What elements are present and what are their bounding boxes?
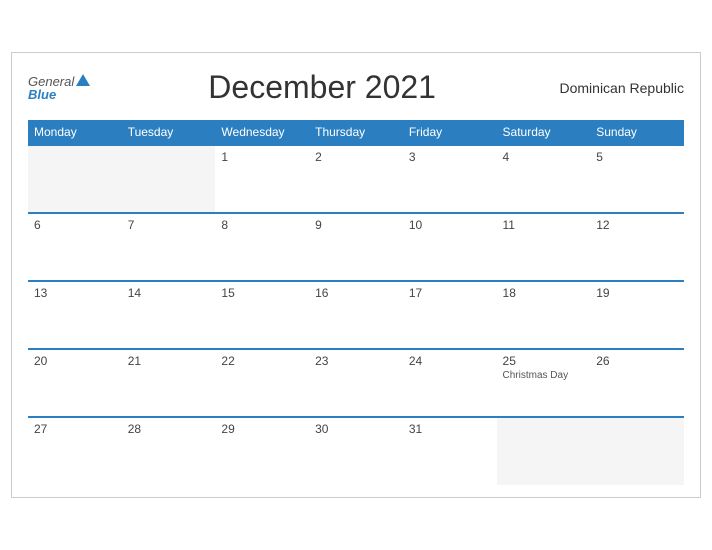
calendar-cell: 15	[215, 281, 309, 349]
calendar-cell	[28, 145, 122, 213]
calendar-cell: 27	[28, 417, 122, 485]
day-number: 10	[409, 218, 491, 232]
logo-general-text: General	[28, 75, 74, 88]
day-number: 3	[409, 150, 491, 164]
calendar-cell: 17	[403, 281, 497, 349]
day-number: 16	[315, 286, 397, 300]
day-number: 8	[221, 218, 303, 232]
day-number: 23	[315, 354, 397, 368]
holiday-name: Christmas Day	[503, 370, 585, 381]
calendar-cell: 23	[309, 349, 403, 417]
calendar-cell: 4	[497, 145, 591, 213]
day-number: 29	[221, 422, 303, 436]
weekday-header-row: MondayTuesdayWednesdayThursdayFridaySatu…	[28, 120, 684, 145]
calendar-cell	[590, 417, 684, 485]
calendar-cell: 11	[497, 213, 591, 281]
weekday-header: Tuesday	[122, 120, 216, 145]
calendar-cell: 19	[590, 281, 684, 349]
calendar-cell: 13	[28, 281, 122, 349]
calendar-week-row: 27 28 29 30 31	[28, 417, 684, 485]
day-number: 13	[34, 286, 116, 300]
calendar-cell: 14	[122, 281, 216, 349]
calendar-cell: 22	[215, 349, 309, 417]
logo-blue-text: Blue	[28, 88, 90, 101]
calendar-cell: 28	[122, 417, 216, 485]
day-number: 17	[409, 286, 491, 300]
calendar-grid: MondayTuesdayWednesdayThursdayFridaySatu…	[28, 120, 684, 485]
calendar-title: December 2021	[90, 69, 554, 106]
calendar-cell: 5	[590, 145, 684, 213]
day-number: 20	[34, 354, 116, 368]
calendar-cell: 10	[403, 213, 497, 281]
day-number: 26	[596, 354, 678, 368]
weekday-header: Wednesday	[215, 120, 309, 145]
calendar-cell: 30	[309, 417, 403, 485]
calendar-cell: 18	[497, 281, 591, 349]
calendar-cell: 21	[122, 349, 216, 417]
calendar-cell: 20	[28, 349, 122, 417]
day-number: 24	[409, 354, 491, 368]
weekday-header: Saturday	[497, 120, 591, 145]
day-number: 28	[128, 422, 210, 436]
calendar-cell: 8	[215, 213, 309, 281]
calendar-cell: 31	[403, 417, 497, 485]
day-number: 19	[596, 286, 678, 300]
day-number: 9	[315, 218, 397, 232]
day-number: 27	[34, 422, 116, 436]
day-number: 5	[596, 150, 678, 164]
calendar-week-row: 20 21 22 23 24 25 Christmas Day 26	[28, 349, 684, 417]
calendar-cell	[122, 145, 216, 213]
calendar-cell	[497, 417, 591, 485]
logo: General Blue	[28, 75, 90, 101]
calendar-week-row: 13 14 15 16 17 18 19	[28, 281, 684, 349]
day-number: 14	[128, 286, 210, 300]
calendar-cell: 9	[309, 213, 403, 281]
calendar-week-row: 6789 10 11 12	[28, 213, 684, 281]
calendar-cell: 7	[122, 213, 216, 281]
day-number: 6	[34, 218, 116, 232]
calendar-cell: 2	[309, 145, 403, 213]
day-number: 31	[409, 422, 491, 436]
day-number: 2	[315, 150, 397, 164]
calendar-cell: 12	[590, 213, 684, 281]
day-number: 25	[503, 354, 585, 368]
calendar-cell: 29	[215, 417, 309, 485]
calendar-week-row: 12345	[28, 145, 684, 213]
weekday-header: Sunday	[590, 120, 684, 145]
day-number: 1	[221, 150, 303, 164]
calendar-container: General Blue December 2021 Dominican Rep…	[11, 52, 701, 498]
day-number: 12	[596, 218, 678, 232]
calendar-cell: 3	[403, 145, 497, 213]
weekday-header: Monday	[28, 120, 122, 145]
day-number: 11	[503, 218, 585, 232]
calendar-cell: 26	[590, 349, 684, 417]
calendar-cell: 6	[28, 213, 122, 281]
day-number: 15	[221, 286, 303, 300]
day-number: 21	[128, 354, 210, 368]
weekday-header: Thursday	[309, 120, 403, 145]
weekday-header: Friday	[403, 120, 497, 145]
day-number: 22	[221, 354, 303, 368]
day-number: 30	[315, 422, 397, 436]
calendar-cell: 1	[215, 145, 309, 213]
calendar-header: General Blue December 2021 Dominican Rep…	[28, 69, 684, 106]
day-number: 4	[503, 150, 585, 164]
calendar-country: Dominican Republic	[554, 80, 684, 96]
day-number: 7	[128, 218, 210, 232]
calendar-cell: 16	[309, 281, 403, 349]
calendar-cell: 25 Christmas Day	[497, 349, 591, 417]
logo-triangle-icon	[76, 74, 90, 86]
day-number: 18	[503, 286, 585, 300]
calendar-cell: 24	[403, 349, 497, 417]
